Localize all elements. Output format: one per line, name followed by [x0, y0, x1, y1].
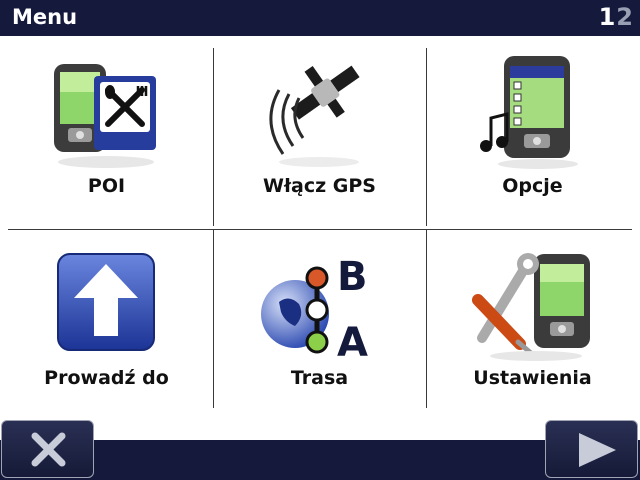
menu-item-label: Opcje	[502, 175, 563, 197]
menu-grid: POI Włącz GPS Opcje Prowadź do B A Trasa…	[0, 36, 640, 420]
route-ab-icon: B A	[261, 254, 368, 362]
svg-text:B: B	[337, 254, 368, 300]
bottom-bar	[0, 440, 640, 480]
menu-item-route[interactable]: B A Trasa	[213, 228, 426, 420]
next-button[interactable]	[545, 420, 638, 478]
options-device-icon	[480, 56, 578, 169]
menu-item-label: Prowadź do	[44, 367, 169, 389]
total-pages: 2	[616, 3, 634, 31]
menu-item-enable-gps[interactable]: Włącz GPS	[213, 36, 426, 228]
close-icon	[31, 432, 66, 467]
menu-item-navigate-to[interactable]: Prowadź do	[0, 228, 213, 420]
poi-icon	[54, 64, 156, 168]
next-arrow-icon	[579, 433, 616, 467]
close-button[interactable]	[1, 420, 94, 478]
menu-item-label: Włącz GPS	[263, 175, 376, 197]
page-indicator: 12	[599, 3, 634, 31]
menu-item-label: Ustawienia	[473, 367, 592, 389]
menu-item-label: POI	[87, 175, 126, 197]
menu-item-options[interactable]: Opcje	[426, 36, 639, 228]
menu-item-label: Trasa	[290, 367, 349, 389]
current-page: 1	[598, 3, 617, 31]
svg-text:A: A	[337, 320, 368, 362]
settings-tools-icon	[472, 253, 590, 361]
menu-item-settings[interactable]: Ustawienia	[426, 228, 639, 420]
menu-item-poi[interactable]: POI	[0, 36, 213, 228]
satellite-icon	[269, 65, 360, 167]
navigate-arrow-icon	[57, 253, 155, 351]
title-bar: Menu 12	[0, 0, 640, 36]
page-title: Menu	[12, 5, 78, 29]
